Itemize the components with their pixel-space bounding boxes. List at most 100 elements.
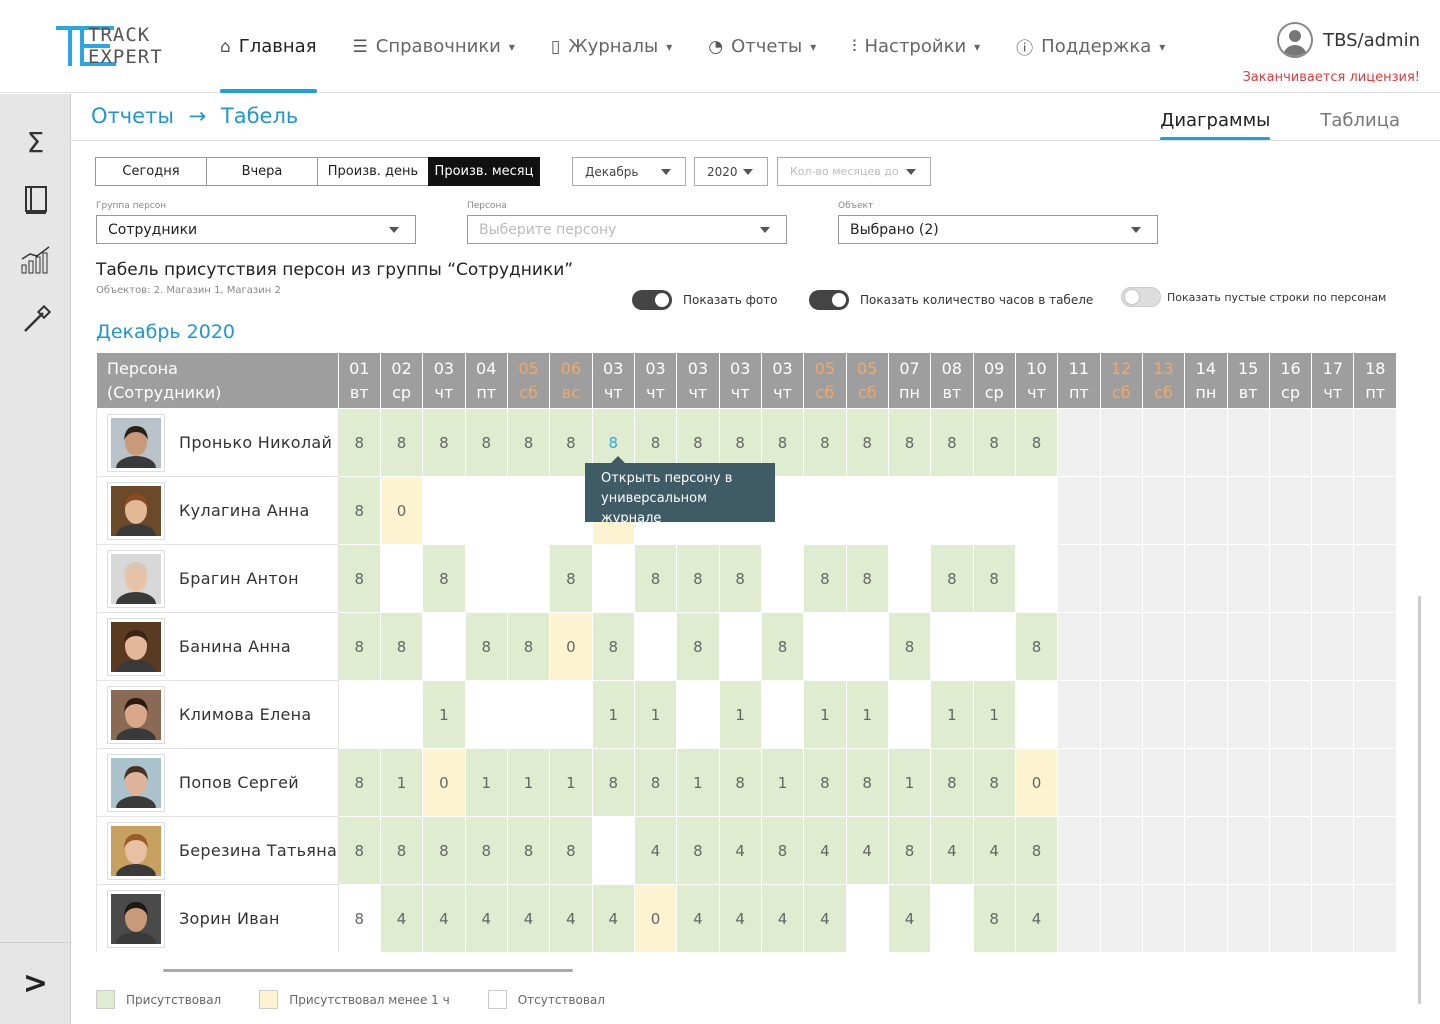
day-cell[interactable]: 8 [972, 544, 1016, 613]
day-cell[interactable]: 8 [379, 816, 424, 885]
day-cell[interactable]: 1 [845, 680, 889, 749]
day-cell[interactable]: 8 [676, 544, 720, 613]
person-name[interactable]: Зорин Иван [179, 909, 280, 928]
day-cell[interactable]: 8 [464, 612, 508, 681]
person-name[interactable]: Попов Сергей [179, 773, 299, 792]
group-select[interactable]: Сотрудники [96, 215, 416, 244]
day-cell[interactable]: 1 [803, 680, 847, 749]
day-cell[interactable]: 8 [803, 408, 847, 477]
day-cell[interactable]: 8 [718, 544, 762, 613]
day-cell[interactable]: 4 [972, 816, 1016, 885]
toggle-show-empty[interactable]: Показать пустые строки по персонам [1121, 287, 1386, 307]
day-cell[interactable]: 1 [464, 748, 508, 817]
day-cell[interactable]: 8 [676, 816, 720, 885]
day-cell[interactable]: 4 [887, 884, 932, 952]
toggle-switch-on[interactable] [632, 290, 672, 310]
day-cell[interactable]: 8 [930, 408, 974, 477]
day-cell[interactable]: 1 [379, 748, 424, 817]
table-row[interactable]: Банина Анна 8 8 8 8 0 8 8 8 8 8 [96, 612, 1397, 681]
tools-icon[interactable] [0, 300, 71, 340]
day-cell[interactable]: 0 [379, 476, 424, 545]
person-cell[interactable]: Пронько Николай [96, 408, 339, 477]
nav-support[interactable]: ⓘ Поддержка ▾ [1016, 0, 1165, 93]
day-cell[interactable]: 8 [506, 408, 551, 477]
person-select[interactable]: Выберите персону [467, 215, 787, 244]
day-cell[interactable]: 4 [633, 816, 678, 885]
person-cell[interactable]: Березина Татьяна [96, 816, 339, 885]
toggle-show-photo[interactable]: Показать фото [632, 290, 778, 310]
day-cell[interactable]: 8 [760, 612, 805, 681]
day-cell[interactable]: 8 [591, 612, 635, 681]
person-cell[interactable]: Климова Елена [96, 680, 339, 749]
day-cell[interactable]: 8 [633, 748, 678, 817]
day-cell[interactable]: 0 [1014, 748, 1059, 817]
table-row[interactable]: Попов Сергей 8 1 0 1 1 1 8 8 1 8 1 8 8 1 8 8 0 [96, 748, 1397, 817]
day-cell[interactable]: 4 [718, 816, 762, 885]
day-cell[interactable]: 4 [845, 816, 889, 885]
person-name[interactable]: Климова Елена [179, 705, 312, 724]
day-cell[interactable]: 8 [337, 544, 381, 613]
period-custom-month-button[interactable]: Произв. месяц [428, 157, 540, 186]
day-cell[interactable]: 8 [549, 816, 593, 885]
day-cell[interactable]: 0 [549, 612, 593, 681]
day-cell[interactable]: 8 [337, 748, 381, 817]
expand-sidebar-button[interactable]: > [0, 942, 71, 1024]
day-cell[interactable]: 1 [887, 748, 932, 817]
day-cell[interactable]: 8 [506, 612, 551, 681]
day-cell[interactable]: 8 [337, 816, 381, 885]
table-row[interactable]: Березина Татьяна 8 8 8 8 8 8 4 8 4 8 4 4 8 4 4 8 [96, 816, 1397, 885]
day-cell[interactable]: 8 [887, 612, 932, 681]
nav-settings[interactable]: ⫶ Настройки ▾ [852, 0, 980, 93]
day-cell[interactable]: 1 [549, 748, 593, 817]
table-row[interactable]: Брагин Антон 8 8 8 8 8 8 8 8 8 8 [96, 544, 1397, 613]
license-warning[interactable]: Заканчивается лицензия! [1242, 70, 1420, 85]
breadcrumb-timesheet[interactable]: Табель [221, 104, 298, 128]
day-cell[interactable]: 1 [760, 748, 805, 817]
day-cell[interactable]: 4 [676, 884, 720, 952]
day-cell[interactable]: 8 [422, 408, 466, 477]
day-cell[interactable]: 8 [464, 816, 508, 885]
day-cell[interactable]: 4 [506, 884, 551, 952]
toggle-switch-on[interactable] [809, 290, 849, 310]
day-cell[interactable]: 8 [930, 544, 974, 613]
table-row[interactable]: Зорин Иван 8 4 4 4 4 4 4 0 4 4 4 4 4 8 4 [96, 884, 1397, 952]
day-cell[interactable]: 8 [972, 408, 1016, 477]
person-name[interactable]: Березина Татьяна [179, 841, 337, 860]
person-cell[interactable]: Брагин Антон [96, 544, 339, 613]
analytics-icon[interactable] [0, 240, 71, 280]
horizontal-scrollbar[interactable] [163, 969, 573, 972]
breadcrumb-reports[interactable]: Отчеты [91, 104, 174, 128]
person-name[interactable]: Пронько Николай [179, 433, 332, 452]
object-select[interactable]: Выбрано (2) [838, 215, 1158, 244]
day-cell[interactable]: 1 [930, 680, 974, 749]
table-row[interactable]: Климова Елена 1 1 1 1 1 1 1 1 [96, 680, 1397, 749]
day-cell[interactable]: 8 [845, 408, 889, 477]
day-cell[interactable]: 4 [379, 884, 424, 952]
day-cell[interactable]: 8 [1014, 408, 1059, 477]
day-cell[interactable]: 8 [591, 748, 635, 817]
day-cell[interactable]: 8 [337, 612, 381, 681]
vertical-scrollbar[interactable] [1418, 596, 1421, 1004]
months-count-select[interactable]: Кол-во месяцев до [777, 157, 931, 186]
day-cell[interactable]: 8 [972, 748, 1016, 817]
day-cell[interactable]: 4 [803, 884, 847, 952]
day-cell[interactable]: 8 [379, 612, 424, 681]
day-cell[interactable]: 0 [633, 884, 678, 952]
journal-icon[interactable] [0, 180, 71, 220]
day-cell[interactable]: 8 [379, 408, 424, 477]
day-cell[interactable]: 8 [845, 544, 889, 613]
day-cell[interactable]: 0 [422, 748, 466, 817]
day-cell[interactable]: 8 [506, 816, 551, 885]
period-today-button[interactable]: Сегодня [95, 157, 207, 186]
person-name[interactable]: Брагин Антон [179, 569, 299, 588]
day-cell[interactable]: 4 [930, 816, 974, 885]
nav-directories[interactable]: ☰ Справочники ▾ [353, 0, 515, 93]
person-cell[interactable]: Кулагина Анна [96, 476, 339, 545]
toggle-switch-off[interactable] [1121, 287, 1161, 307]
person-cell[interactable]: Банина Анна [96, 612, 339, 681]
day-cell[interactable]: 8 [803, 544, 847, 613]
day-cell[interactable]: 8 [803, 748, 847, 817]
day-cell[interactable]: 8 [633, 544, 678, 613]
day-cell[interactable]: 8 [972, 884, 1016, 952]
day-cell[interactable]: 4 [803, 816, 847, 885]
